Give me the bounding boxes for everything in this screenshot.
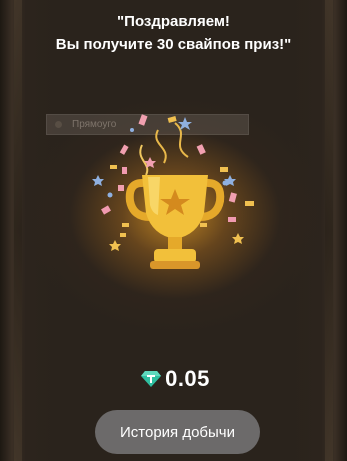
confetti-dot (107, 192, 113, 198)
confetti-piece (138, 114, 148, 126)
trophy-icon (125, 175, 225, 269)
confetti-piece (119, 144, 129, 155)
confetti-piece (228, 192, 237, 203)
trophy-illustration (92, 114, 254, 269)
confetti-piece (118, 185, 124, 191)
confetti-piece (120, 233, 126, 237)
confetti-star (92, 175, 104, 186)
confetti-star (109, 240, 121, 251)
confetti-piece (228, 217, 236, 222)
confetti-piece (196, 144, 206, 155)
confetti-piece (110, 165, 117, 169)
confetti-dot (130, 128, 134, 132)
loot-history-button[interactable]: История добычи (95, 410, 260, 454)
confetti-streamer (139, 144, 149, 176)
confetti-piece (101, 205, 111, 215)
congrats-title-line-1: "Поздравляем! (117, 13, 230, 30)
tether-gem-icon (141, 371, 162, 387)
confetti-piece (245, 201, 254, 206)
confetti-piece (220, 167, 228, 172)
reward-amount: 0.05 (165, 366, 210, 391)
confetti-piece (200, 223, 207, 227)
confetti-star (232, 233, 244, 244)
confetti-streamer (155, 129, 167, 164)
confetti-piece (167, 116, 177, 123)
congrats-title: "Поздравляем! Вы получите 30 свайпов при… (0, 10, 347, 56)
reward-row: 0.05 (0, 365, 347, 393)
congrats-title-line-2: Вы получите 30 свайпов приз!" (55, 36, 292, 53)
confetti-piece (122, 223, 129, 227)
field-dot-icon (55, 121, 62, 128)
confetti-piece (122, 167, 127, 174)
